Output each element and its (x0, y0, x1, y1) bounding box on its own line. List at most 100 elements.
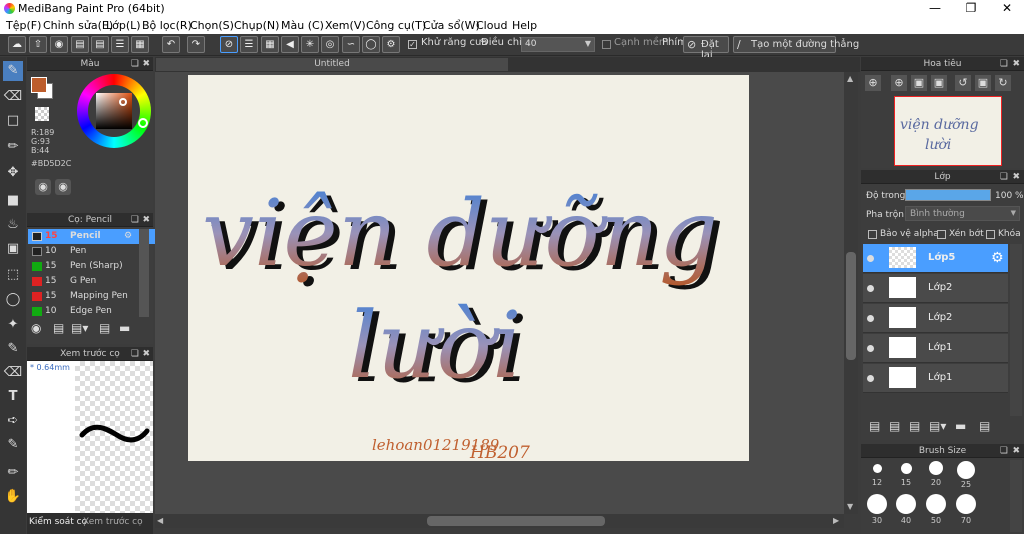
menu-tools[interactable]: Công cụ(T) (366, 19, 426, 32)
menu-help[interactable]: Help (512, 19, 537, 32)
adjust-select[interactable]: 40 ▼ (521, 37, 595, 52)
menu-filter[interactable]: Bộ lọc(R) (142, 19, 192, 32)
brush-tool-icon[interactable]: ✎ (3, 61, 23, 81)
canvas-vscroll[interactable]: ▲ ▼ (844, 72, 858, 514)
menu-layer[interactable]: Lớp(L) (106, 19, 141, 32)
document-icon[interactable]: ▤ (91, 36, 109, 53)
folder-icon[interactable]: ▤ (71, 36, 89, 53)
protect-alpha-checkbox[interactable] (868, 230, 877, 239)
brush-size-option[interactable]: 20 (922, 461, 950, 487)
perspective-snap-icon[interactable]: ◀ (281, 36, 299, 53)
panel-float-icon[interactable]: ❏ (131, 213, 139, 227)
tab-brush-control[interactable]: Kiểm soát cọ (29, 517, 87, 527)
new-layer-icon[interactable]: ▤ (869, 419, 880, 433)
color-saturation-square[interactable] (96, 93, 132, 129)
visibility-eye-icon[interactable] (867, 315, 874, 322)
close-button[interactable]: ✕ (990, 0, 1024, 17)
merge-layer-icon[interactable]: ▤ (909, 419, 920, 433)
palette-add-icon[interactable]: ◉ (55, 179, 71, 195)
undo-icon[interactable]: ↶ (162, 36, 180, 53)
transparent-color-swatch[interactable] (35, 107, 49, 121)
duplicate-layer-icon[interactable]: ▤ (889, 419, 900, 433)
panel-close-icon[interactable]: ✖ (142, 57, 150, 71)
bucket-tool-icon[interactable]: ♨ (3, 215, 23, 235)
brush-copy-icon[interactable]: ▤▾ (71, 321, 88, 335)
scroll-right-icon[interactable]: ▶ (833, 516, 839, 525)
layer-row-lop1-a[interactable]: Lớp1 (863, 334, 1008, 363)
create-line-button[interactable]: ∕ Tạo một đường thẳng (733, 36, 859, 53)
text-tool-icon[interactable]: T (3, 387, 23, 407)
tab-brush-preview[interactable]: Xem trước cọ (83, 517, 143, 527)
scroll-up-icon[interactable]: ▲ (847, 74, 853, 83)
layer-row-lop2-b[interactable]: Lớp2 (863, 304, 1008, 333)
eraser-tool-icon[interactable]: ⌫ (3, 87, 23, 107)
panel-float-icon[interactable]: ❏ (1000, 444, 1008, 458)
redo-icon[interactable]: ↷ (187, 36, 205, 53)
brush-size-option[interactable]: 12 (863, 461, 891, 487)
rotate-right-icon[interactable]: ↻ (995, 75, 1011, 91)
zoom-out-icon[interactable]: ⊕ (891, 75, 907, 91)
layer-row-lop2-a[interactable]: Lớp2 (863, 274, 1008, 303)
dot-tool-icon[interactable]: ✏ (3, 137, 23, 157)
maximize-button[interactable]: ❐ (954, 0, 988, 17)
brush-settings-icon[interactable]: ▤ (99, 321, 110, 335)
gear-icon[interactable]: ⚙ (991, 250, 1004, 266)
hand-tool-icon[interactable]: ✋ (3, 487, 23, 507)
panel-close-icon[interactable]: ✖ (142, 347, 150, 361)
snap-off-icon[interactable]: ⊘ (220, 36, 238, 53)
brush-size-option[interactable]: 15 (892, 461, 920, 487)
panel-float-icon[interactable]: ❏ (131, 57, 139, 71)
panel-close-icon[interactable]: ✖ (1012, 170, 1020, 184)
delete-layer-icon[interactable]: ▤ (979, 419, 990, 433)
rectangle-tool-icon[interactable]: □ (3, 111, 23, 131)
pen-tool-icon[interactable]: ✎ (3, 435, 23, 455)
zoom-in-icon[interactable]: ⊕ (865, 75, 881, 91)
reset-button[interactable]: ⊘ Đặt lại (683, 36, 729, 61)
layer-folder-icon[interactable]: ▬ (955, 419, 966, 433)
brush-folder-icon[interactable]: ▬ (119, 321, 130, 335)
vscroll-thumb[interactable] (846, 252, 856, 360)
move-tool-icon[interactable]: ✥ (3, 163, 23, 183)
select-tool-icon[interactable]: ⬚ (3, 265, 23, 285)
curve-snap-icon[interactable]: ∽ (342, 36, 360, 53)
layer-row-lop1-b[interactable]: Lớp1 (863, 364, 1008, 393)
lock-checkbox[interactable] (986, 230, 995, 239)
panel-close-icon[interactable]: ✖ (142, 213, 150, 227)
list-icon[interactable]: ☰ (111, 36, 129, 53)
panel-close-icon[interactable]: ✖ (1012, 444, 1020, 458)
palette-icon[interactable]: ◉ (35, 179, 51, 195)
panel-close-icon[interactable]: ✖ (1012, 57, 1020, 71)
brush-size-option[interactable]: 70 (952, 494, 980, 525)
opacity-slider[interactable] (905, 189, 991, 201)
settings-icon[interactable]: ⚙ (382, 36, 400, 53)
menu-file[interactable]: Tệp(F) (6, 19, 41, 32)
panel-float-icon[interactable]: ❏ (1000, 170, 1008, 184)
brush-size-option[interactable]: 25 (952, 461, 980, 489)
cloud-icon[interactable]: ☁ (8, 36, 26, 53)
visibility-eye-icon[interactable] (867, 345, 874, 352)
panel-float-icon[interactable]: ❏ (1000, 57, 1008, 71)
brush-size-option[interactable]: 40 (892, 494, 920, 525)
layer-row-lop5[interactable]: Lớp5 ⚙ (863, 244, 1008, 273)
blend-select[interactable]: Bình thường ▼ (905, 206, 1020, 221)
visibility-eye-icon[interactable] (867, 255, 874, 262)
brush-new-icon[interactable]: ▤ (53, 321, 64, 335)
parallel-snap-icon[interactable]: ☰ (240, 36, 258, 53)
actual-size-icon[interactable]: ▣ (931, 75, 947, 91)
scroll-down-icon[interactable]: ▼ (847, 502, 853, 511)
canvas-hscroll[interactable]: ◀ ▶ (155, 514, 844, 528)
menu-select[interactable]: Chọn(S) (190, 19, 234, 32)
drawing-canvas[interactable]: viện dưỡng viện dưỡng lười lười lehoan01… (188, 75, 749, 461)
brush-add-icon[interactable]: ◉ (31, 321, 41, 335)
menu-cloud[interactable]: Cloud (476, 19, 507, 32)
fill-rect-tool-icon[interactable]: ■ (3, 191, 23, 211)
circle-snap-icon[interactable]: ◎ (321, 36, 339, 53)
tab-untitled[interactable]: Untitled (156, 58, 508, 71)
operation-tool-icon[interactable]: ➪ (3, 411, 23, 431)
lasso-tool-icon[interactable]: ◯ (3, 290, 23, 310)
visibility-eye-icon[interactable] (867, 285, 874, 292)
fit-icon[interactable]: ▣ (911, 75, 927, 91)
menu-view[interactable]: Xem(V) (325, 19, 366, 32)
navigator-preview[interactable]: viện dưỡng lười (894, 96, 1002, 166)
magic-wand-tool-icon[interactable]: ✦ (3, 315, 23, 335)
